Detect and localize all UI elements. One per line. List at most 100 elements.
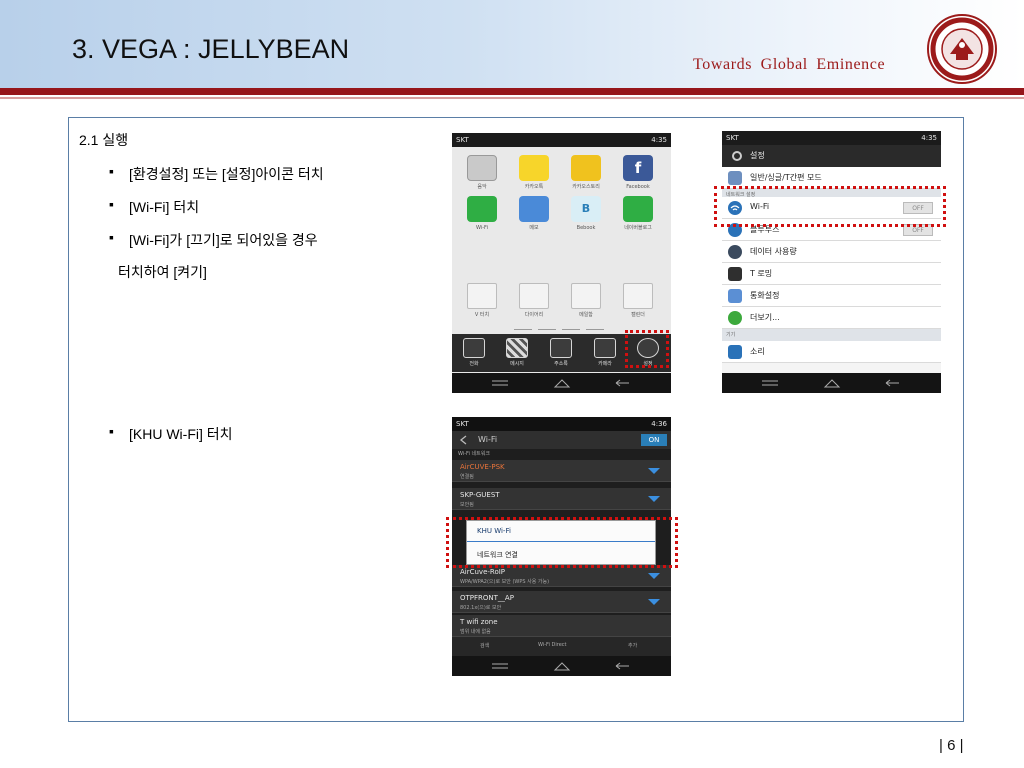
bullet-continuation: 터치하여 [켜기] (118, 264, 207, 280)
row-data-usage[interactable]: 데이터 사용량 (722, 241, 941, 263)
wifi-network-item[interactable]: SKP-GUEST 보안됨 (452, 488, 671, 510)
roaming-icon (728, 267, 742, 281)
app-diary[interactable]: 다이어리 (512, 283, 556, 318)
row-label: 데이터 사용량 (750, 247, 797, 256)
network-name: T wifi zone (460, 618, 498, 626)
bullet-item: [KHU Wi-Fi] 터치 (109, 423, 232, 444)
wifi-network-item[interactable]: AirCuve-RoIP WPA/WPA2(으)로 보안 (WPS 사용 가능) (452, 565, 671, 587)
app-label: Bebook (576, 225, 596, 231)
dock-label: 카메라 (598, 361, 612, 367)
clock-label: 4:36 (651, 420, 667, 428)
app-music[interactable]: 음악 (460, 155, 504, 190)
app-label: 네이버블로그 (624, 225, 652, 231)
music-app-icon (467, 155, 497, 181)
app-facebook[interactable]: f Facebook (616, 155, 660, 190)
bullet-item: [Wi-Fi]가 [끄기]로 되어있을 경우 (109, 229, 318, 250)
wifi-on-toggle[interactable]: ON (641, 434, 667, 446)
settings-screenshot: SKT 4:35 설정 일반/싱글/T간편 모드 네트워크 설정 Wi-Fi O… (722, 131, 941, 393)
wifi-section-label: Wi-Fi 네트워크 (458, 451, 490, 457)
dock-contacts[interactable]: 주소록 (545, 338, 577, 367)
bullet-item: [Wi-Fi] 터치 (109, 196, 199, 217)
more-icon (728, 311, 742, 325)
page-indicator (586, 329, 604, 330)
highlight-settings-icon (625, 330, 669, 368)
app-label: Wi-Fi (476, 225, 488, 231)
app-vtouch[interactable]: V 터치 (460, 283, 504, 318)
network-status: 연결됨 (460, 474, 474, 480)
tagline: Towards Global Eminence (693, 56, 886, 73)
wifi-network-item[interactable]: AirCUVE-PSK 연결됨 (452, 460, 671, 482)
app-label: 다이어리 (524, 312, 544, 318)
header-divider (0, 88, 1024, 95)
app-kakaotalk[interactable]: 카카오톡 (512, 155, 556, 190)
wifi-signal-icon (648, 573, 660, 579)
page-indicator (562, 329, 580, 330)
calendar-icon (623, 283, 653, 309)
highlight-wifi-row (714, 186, 946, 227)
row-call-settings[interactable]: 통화설정 (722, 285, 941, 307)
android-nav-bar (452, 656, 671, 676)
home-icon[interactable] (552, 661, 572, 671)
app-label: 카카오스토리 (572, 184, 600, 190)
row-t-roaming[interactable]: T 로밍 (722, 263, 941, 285)
row-label: 일반/싱글/T간편 모드 (750, 173, 822, 182)
carrier-label: SKT (456, 420, 469, 428)
carrier-label: SKT (456, 136, 469, 144)
network-name: SKP-GUEST (460, 491, 500, 499)
header-divider-thin (0, 97, 1024, 99)
back-icon[interactable] (612, 661, 632, 671)
carrier-label: SKT (726, 134, 739, 142)
bullet-item: [환경설정] 또는 [설정]아이콘 터치 (109, 163, 324, 184)
android-nav-bar (722, 373, 941, 393)
app-label: 카카오톡 (524, 184, 544, 190)
clock-label: 4:35 (651, 136, 667, 144)
diary-icon (519, 283, 549, 309)
home-icon[interactable] (552, 378, 572, 388)
section-title: 2.1 실행 (79, 132, 129, 148)
app-kakaostory[interactable]: 카카오스토리 (564, 155, 608, 190)
page-number: | 6 | (939, 737, 964, 754)
back-icon[interactable] (882, 378, 902, 388)
app-mail[interactable]: 메일함 (564, 283, 608, 318)
row-sound[interactable]: 소리 (722, 341, 941, 363)
app-label: 메모 (529, 225, 539, 231)
back-chevron-icon[interactable] (458, 435, 472, 445)
wifi-signal-icon (648, 468, 660, 474)
wifi-direct-button[interactable]: Wi-Fi Direct (538, 642, 567, 648)
app-label: 메일함 (579, 312, 593, 318)
dock-label: 메시지 (510, 361, 524, 367)
wifi-network-item[interactable]: T wifi zone 범위 내에 없음 (452, 615, 671, 637)
camera-icon (594, 338, 616, 358)
app-calendar[interactable]: 캘린더 (616, 283, 660, 318)
app-label: 캘린더 (631, 312, 645, 318)
menu-icon[interactable] (490, 661, 510, 671)
android-nav-bar (452, 373, 671, 393)
app-memo[interactable]: 메모 (512, 196, 556, 231)
app-wifi[interactable]: Wi-Fi (460, 196, 504, 231)
row-label: 통화설정 (750, 291, 780, 300)
bebook-icon: B (571, 196, 601, 222)
dock-label: 주소록 (554, 361, 568, 367)
wifi-network-item[interactable]: OTPFRONT__AP 802.1x(으)로 보안 (452, 591, 671, 613)
mail-icon (571, 283, 601, 309)
row-more[interactable]: 더보기... (722, 307, 941, 329)
scan-button[interactable]: 검색 (480, 642, 489, 649)
back-icon[interactable] (612, 378, 632, 388)
home-icon[interactable] (822, 378, 842, 388)
dock-camera[interactable]: 카메라 (589, 338, 621, 367)
app-label: V 터치 (474, 312, 490, 318)
dock-messages[interactable]: 메시지 (501, 338, 533, 367)
add-network-button[interactable]: 추가 (628, 642, 637, 649)
facebook-icon: f (623, 155, 653, 181)
data-usage-icon (728, 245, 742, 259)
app-naver-blog[interactable]: 네이버블로그 (616, 196, 660, 231)
dock-phone[interactable]: 전화 (458, 338, 490, 367)
app-label: Facebook (626, 184, 650, 190)
menu-icon[interactable] (490, 378, 510, 388)
vtouch-icon (467, 283, 497, 309)
app-bebook[interactable]: B Bebook (564, 196, 608, 231)
wifi-title: Wi-Fi (478, 435, 498, 444)
menu-icon[interactable] (760, 378, 780, 388)
sound-icon (728, 345, 742, 359)
memo-icon (519, 196, 549, 222)
